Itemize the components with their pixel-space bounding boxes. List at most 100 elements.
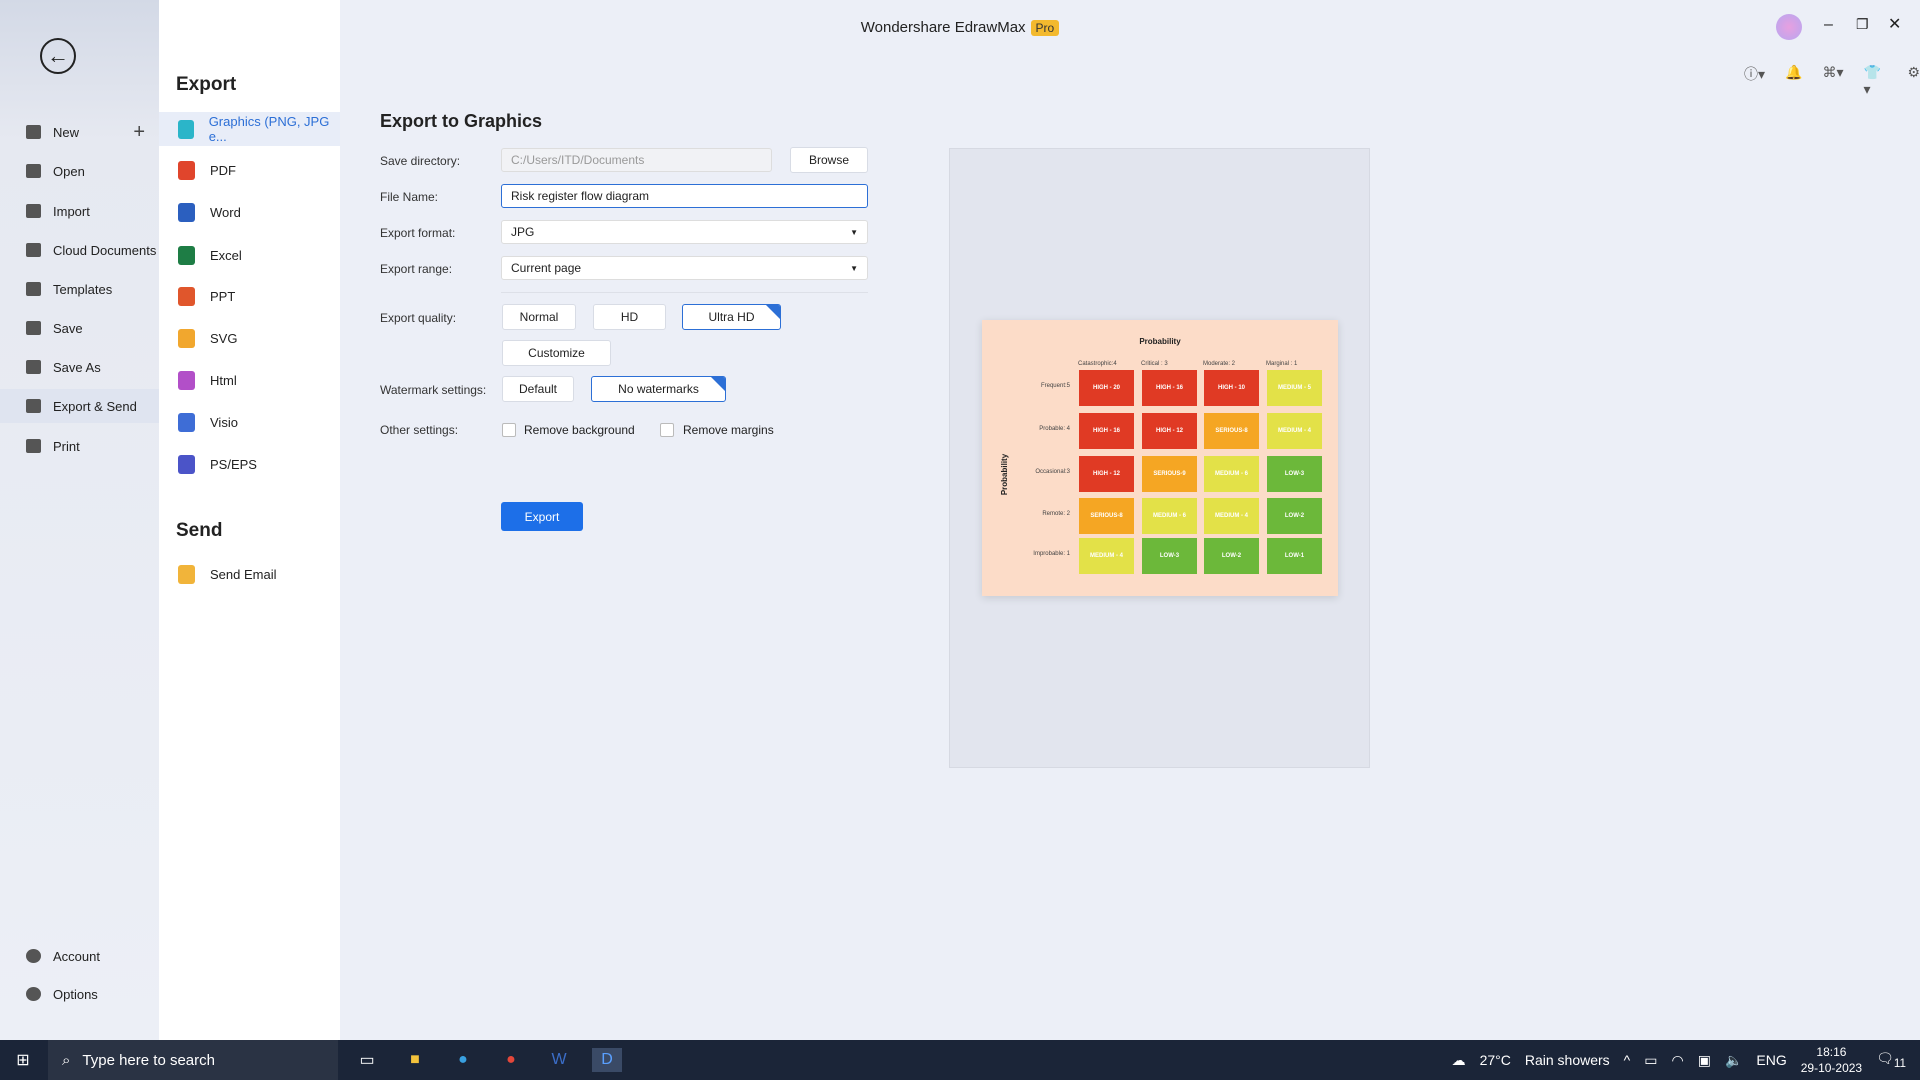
word-icon[interactable]: W [544,1048,574,1072]
task-view-icon[interactable]: ▭ [352,1048,382,1072]
taskbar-search[interactable]: ⌕ Type here to search [48,1040,338,1080]
quality-ultra-hd-button[interactable]: Ultra HD [682,304,781,330]
save-directory-label: Save directory: [380,154,461,168]
row-header: Remote: 2 [1042,511,1070,517]
export-type-svg[interactable]: SVG [159,321,340,355]
taskbar: ⊞ ⌕ Type here to search ▭ ■ ● ● W D ☁ 27°C… [0,1040,1920,1080]
risk-cell: HIGH - 10 [1204,370,1259,406]
remove-background-checkbox[interactable] [502,423,516,437]
export-format-select[interactable]: JPG ▼ [501,220,868,244]
row-header: Occasional:3 [1035,469,1070,475]
remove-margins-checkbox[interactable] [660,423,674,437]
export-type-excel[interactable]: Excel [159,238,340,272]
export-send-icon [26,399,41,413]
sidebar-item-options[interactable]: Options [0,977,159,1011]
preview-side-label: Probability [1000,453,1010,496]
file-type-icon [178,454,195,474]
customize-button[interactable]: Customize [502,340,611,366]
sidebar-item-templates[interactable]: Templates [0,272,159,306]
sidebar-item-new[interactable]: New + [0,115,159,149]
sidebar-item-save[interactable]: Save [0,311,159,345]
shirt-icon[interactable]: 👕▾ [1864,64,1888,98]
risk-cell: HIGH - 12 [1142,413,1197,449]
export-type-word[interactable]: Word [159,195,340,229]
export-format-label: Export format: [380,226,456,240]
sidebar-item-open[interactable]: Open [0,154,159,188]
file-name-input[interactable]: Risk register flow diagram [501,184,868,208]
save-directory-input[interactable]: C:/Users/ITD/Documents [501,148,772,172]
export-type-graphics[interactable]: Graphics (PNG, JPG e... [159,112,340,146]
clock[interactable]: 18:16 29-10-2023 [1801,1044,1862,1076]
risk-cell: LOW-3 [1142,538,1197,574]
risk-cell: HIGH - 16 [1142,370,1197,406]
export-type-visio[interactable]: Visio [159,405,340,439]
row-header: Probable: 4 [1039,426,1070,432]
restore-button[interactable]: ❐ [1856,16,1869,33]
file-type-icon [178,412,195,432]
save-as-icon [26,360,41,374]
column-header: Critical : 3 [1141,361,1168,367]
risk-cell: SERIOUS-8 [1079,498,1134,534]
send-email-item[interactable]: Send Email [159,557,340,591]
export-type-ps-eps[interactable]: PS/EPS [159,447,340,481]
export-type-ppt[interactable]: PPT [159,279,340,313]
quality-normal-button[interactable]: Normal [502,304,576,330]
language-indicator[interactable]: ENG [1756,1052,1786,1068]
file-explorer-icon[interactable]: ■ [400,1048,430,1072]
wifi-icon: ◠ [1671,1051,1684,1068]
file-type-icon [178,245,195,265]
sidebar-item-cloud-documents[interactable]: Cloud Documents [0,233,159,267]
risk-cell: MEDIUM - 6 [1204,456,1259,492]
page-title: Export to Graphics [380,111,543,131]
sidebar-item-print[interactable]: Print [0,429,159,463]
avatar[interactable] [1776,14,1802,40]
import-icon [26,204,41,218]
row-header: Improbable: 1 [1033,551,1070,557]
file-name-label: File Name: [380,190,439,204]
tray-chevron-icon[interactable]: ^ [1624,1052,1631,1068]
sidebar-item-save-as[interactable]: Save As [0,350,159,384]
export-range-select[interactable]: Current page ▼ [501,256,868,280]
volume-icon: 🔈 [1724,1051,1743,1068]
chrome-icon[interactable]: ● [496,1048,526,1072]
display-icon: ▣ [1697,1051,1711,1068]
file-type-icon [178,119,194,139]
quality-hd-button[interactable]: HD [593,304,666,330]
apps-icon[interactable]: ⌘▾ [1822,64,1843,98]
help-icon[interactable]: ⓘ▾ [1744,64,1765,98]
edrawmax-icon[interactable]: D [592,1048,622,1072]
notifications-icon[interactable]: 🗨11 [1876,1050,1906,1070]
bell-icon[interactable]: 🔔 [1785,64,1802,98]
open-icon [26,164,41,178]
close-button[interactable]: ✕ [1888,14,1901,34]
risk-cell: LOW-2 [1204,538,1259,574]
back-button[interactable]: ← [40,38,76,74]
camera-icon: ▭ [1644,1051,1658,1068]
windows-start-icon[interactable]: ⊞ [8,1048,38,1072]
sidebar-item-account[interactable]: Account [0,939,159,973]
divider [501,292,868,293]
plus-icon[interactable]: + [133,121,145,144]
browse-button[interactable]: Browse [790,147,868,173]
other-settings-label: Other settings: [380,423,459,437]
column-header: Catastrophic:4 [1078,361,1117,367]
watermark-default-button[interactable]: Default [502,376,574,402]
no-watermarks-button[interactable]: No watermarks [591,376,726,402]
export-button[interactable]: Export [501,502,583,531]
chevron-down-icon: ▼ [850,263,858,273]
risk-cell: LOW-2 [1267,498,1322,534]
risk-cell: MEDIUM - 4 [1079,538,1134,574]
email-icon [178,564,195,584]
export-type-pdf[interactable]: PDF [159,153,340,187]
pro-badge: Pro [1030,20,1060,36]
sidebar-item-export-send[interactable]: Export & Send [0,389,159,423]
minimize-button[interactable]: – [1824,16,1833,34]
risk-cell: HIGH - 16 [1079,413,1134,449]
column-header: Moderate: 2 [1203,361,1236,367]
sidebar-item-import[interactable]: Import [0,194,159,228]
gear-icon[interactable]: ⚙ [1907,64,1920,98]
risk-cell: HIGH - 20 [1079,370,1134,406]
preview-image: Probability Probability Catastrophic:4 Cr… [982,320,1338,596]
edge-icon[interactable]: ● [448,1048,478,1072]
export-type-html[interactable]: Html [159,363,340,397]
